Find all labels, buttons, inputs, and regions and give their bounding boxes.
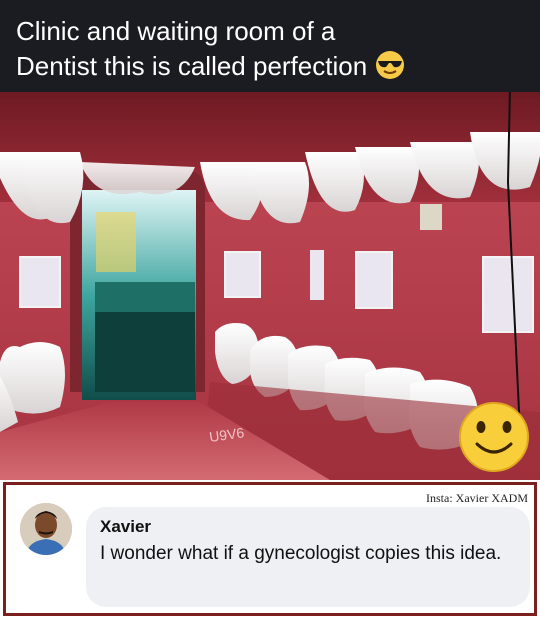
- comment-text: I wonder what if a gynecologist copies t…: [100, 543, 502, 564]
- caption-line-2: Dentist this is called perfection: [16, 49, 524, 84]
- instagram-credit: Insta: Xavier XADM: [426, 491, 528, 505]
- avatar[interactable]: [20, 503, 72, 555]
- comment-bubble: Xavier I wonder what if a gynecologist c…: [86, 507, 530, 607]
- caption-line-2-text: Dentist this is called perfection: [16, 51, 368, 81]
- smiley-emoji-icon: [459, 402, 529, 472]
- comment-card: Insta: Xavier XADM Xavier I wonder what …: [3, 482, 537, 616]
- caption-header: Clinic and waiting room of a Dentist thi…: [0, 0, 540, 92]
- sunglasses-emoji-icon: [375, 50, 405, 80]
- caption-line-1: Clinic and waiting room of a: [16, 16, 336, 46]
- dentist-waiting-room-photo: U9V6: [0, 92, 540, 480]
- comment-author[interactable]: Xavier: [100, 517, 516, 537]
- doorway: [70, 172, 205, 400]
